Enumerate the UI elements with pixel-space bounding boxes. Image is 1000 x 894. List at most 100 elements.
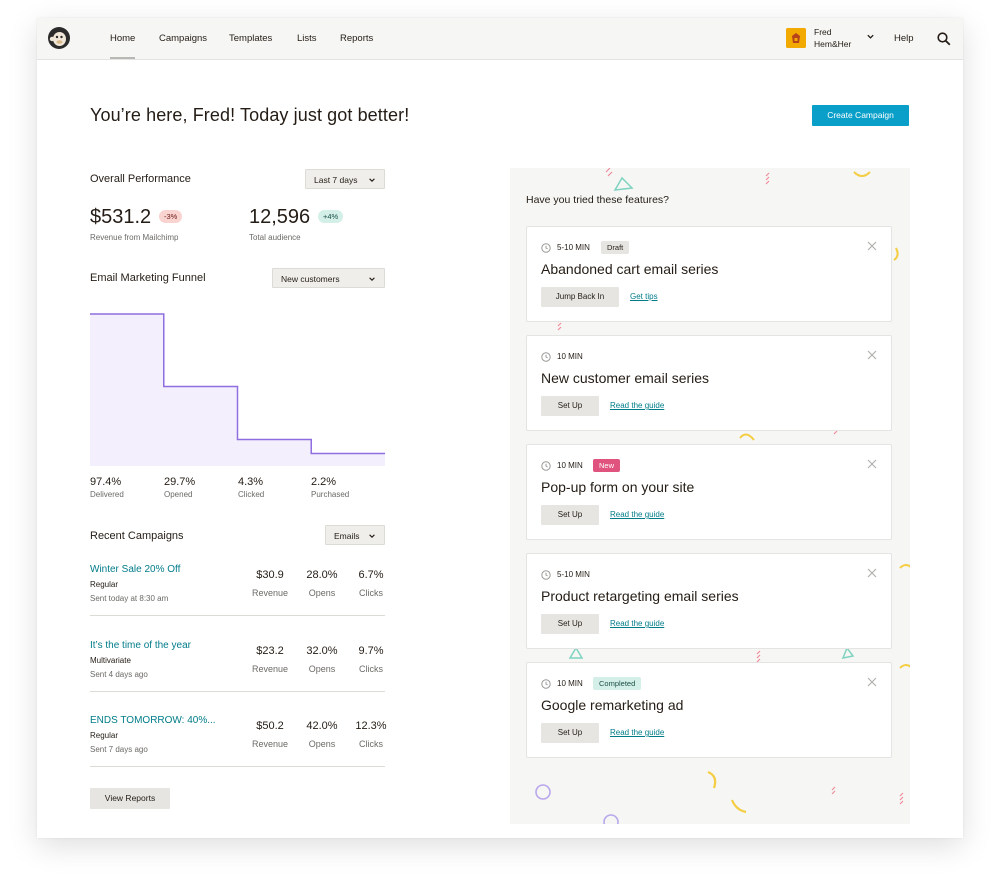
- feature-card-abandoned-cart: 5-10 MIN Draft Abandoned cart email seri…: [526, 226, 892, 322]
- row-divider: [90, 766, 385, 767]
- feature-title: New customer email series: [541, 370, 710, 386]
- account-name[interactable]: Fred: [814, 27, 831, 38]
- features-panel: Have you tried these features? 5-10 MIN …: [510, 168, 910, 824]
- campaign-revenue: $23.2: [256, 645, 284, 657]
- read-the-guide-link[interactable]: Read the guide: [610, 614, 664, 634]
- clicks-label: Clicks: [359, 588, 383, 598]
- audience-change-badge: +4%: [318, 210, 344, 223]
- feature-card-product-retargeting: 5-10 MIN Product retargeting email serie…: [526, 553, 892, 649]
- row-divider: [90, 615, 385, 616]
- chevron-down-icon: [369, 534, 375, 538]
- funnel-step-label: Clicked: [238, 490, 265, 499]
- read-the-guide-link[interactable]: Read the guide: [610, 505, 664, 525]
- campaign-sent-date: Sent today at 8:30 am: [90, 594, 169, 603]
- revenue-label: Revenue from Mailchimp: [90, 233, 179, 242]
- account-org[interactable]: Hem&Her: [814, 39, 851, 50]
- close-icon[interactable]: [867, 459, 877, 469]
- account-avatar[interactable]: [786, 28, 806, 48]
- chevron-down-icon: [369, 277, 375, 281]
- new-badge: New: [593, 459, 621, 472]
- feature-title: Pop-up form on your site: [541, 479, 695, 495]
- read-the-guide-link[interactable]: Read the guide: [610, 396, 664, 416]
- read-the-guide-link[interactable]: Read the guide: [610, 723, 664, 743]
- clock-icon: [541, 679, 551, 689]
- close-icon[interactable]: [867, 350, 877, 360]
- completed-badge: Completed: [593, 677, 642, 690]
- view-reports-button[interactable]: View Reports: [90, 788, 170, 809]
- feature-title: Abandoned cart email series: [541, 261, 719, 277]
- set-up-button[interactable]: Set Up: [541, 396, 599, 416]
- search-icon[interactable]: [937, 32, 951, 46]
- segment-select[interactable]: New customers: [272, 268, 385, 288]
- revenue-label: Revenue: [251, 739, 289, 749]
- funnel-chart: [90, 313, 385, 466]
- draft-badge: Draft: [601, 241, 630, 254]
- nav-lists[interactable]: Lists: [297, 18, 317, 59]
- opens-label: Opens: [308, 664, 336, 674]
- campaign-revenue: $30.9: [256, 569, 284, 581]
- set-up-button[interactable]: Set Up: [541, 614, 599, 634]
- chevron-down-icon: [369, 178, 375, 182]
- segment-value: New customers: [281, 274, 340, 284]
- revenue-label: Revenue: [251, 588, 289, 598]
- campaign-title-link[interactable]: Winter Sale 20% Off: [90, 564, 180, 575]
- chevron-down-icon[interactable]: [866, 32, 875, 41]
- feature-title: Google remarketing ad: [541, 697, 684, 713]
- nav-reports[interactable]: Reports: [340, 18, 373, 59]
- campaign-sent-date: Sent 7 days ago: [90, 745, 148, 754]
- funnel-step-label: Delivered: [90, 490, 124, 499]
- opens-label: Opens: [308, 588, 336, 598]
- campaign-clicks: 6.7%: [358, 569, 384, 581]
- create-campaign-button[interactable]: Create Campaign: [812, 105, 909, 126]
- audience-value: 12,596: [249, 206, 311, 228]
- get-tips-link[interactable]: Get tips: [630, 287, 658, 307]
- top-nav: Home Campaigns Templates Lists Reports F…: [37, 18, 963, 60]
- campaign-title-link[interactable]: ENDS TOMORROW: 40%...: [90, 715, 216, 726]
- funnel-title: Email Marketing Funnel: [90, 272, 206, 284]
- feature-card-google-remarketing: 10 MIN Completed Google remarketing ad S…: [526, 662, 892, 758]
- campaign-opens: 28.0%: [306, 569, 338, 581]
- revenue-value: $531.2: [90, 206, 152, 228]
- clock-icon: [541, 352, 551, 362]
- page-title: You’re here, Fred! Today just got better…: [90, 105, 410, 125]
- funnel-step-value: 4.3%: [238, 476, 264, 488]
- campaign-title-link[interactable]: It’s the time of the year: [90, 640, 191, 651]
- nav-home[interactable]: Home: [110, 18, 136, 59]
- date-range-select[interactable]: Last 7 days: [305, 169, 385, 189]
- date-range-value: Last 7 days: [314, 175, 358, 185]
- set-up-button[interactable]: Set Up: [541, 723, 599, 743]
- features-heading: Have you tried these features?: [526, 194, 670, 206]
- campaign-clicks: 12.3%: [355, 720, 387, 732]
- nav-templates[interactable]: Templates: [229, 18, 272, 59]
- mailchimp-logo-icon[interactable]: [47, 26, 71, 50]
- funnel-step-value: 97.4%: [90, 476, 122, 488]
- close-icon[interactable]: [867, 677, 877, 687]
- funnel-step-label: Opened: [164, 490, 193, 499]
- row-divider: [90, 691, 385, 692]
- opens-label: Opens: [308, 739, 336, 749]
- nav-campaigns[interactable]: Campaigns: [159, 18, 207, 59]
- feature-card-new-customer: 10 MIN New customer email series Set Up …: [526, 335, 892, 431]
- help-link[interactable]: Help: [894, 18, 914, 59]
- campaign-clicks: 9.7%: [358, 645, 384, 657]
- campaign-type-select[interactable]: Emails: [325, 525, 385, 545]
- overall-performance-title: Overall Performance: [90, 173, 191, 185]
- campaign-type: Regular: [90, 731, 119, 740]
- campaign-sent-date: Sent 4 days ago: [90, 670, 148, 679]
- close-icon[interactable]: [867, 241, 877, 251]
- funnel-step-value: 29.7%: [164, 476, 196, 488]
- time-estimate: 10 MIN: [557, 679, 583, 688]
- jump-back-in-button[interactable]: Jump Back In: [541, 287, 619, 307]
- feature-card-popup-form: 10 MIN New Pop-up form on your site Set …: [526, 444, 892, 540]
- set-up-button[interactable]: Set Up: [541, 505, 599, 525]
- close-icon[interactable]: [867, 568, 877, 578]
- audience-label: Total audience: [249, 233, 301, 242]
- campaign-type: Multivariate: [90, 656, 131, 665]
- campaign-opens: 32.0%: [306, 645, 338, 657]
- time-estimate: 10 MIN: [557, 461, 583, 470]
- clicks-label: Clicks: [359, 739, 383, 749]
- clock-icon: [541, 461, 551, 471]
- clock-icon: [541, 570, 551, 580]
- campaign-type: Regular: [90, 580, 119, 589]
- time-estimate: 5-10 MIN: [557, 243, 590, 252]
